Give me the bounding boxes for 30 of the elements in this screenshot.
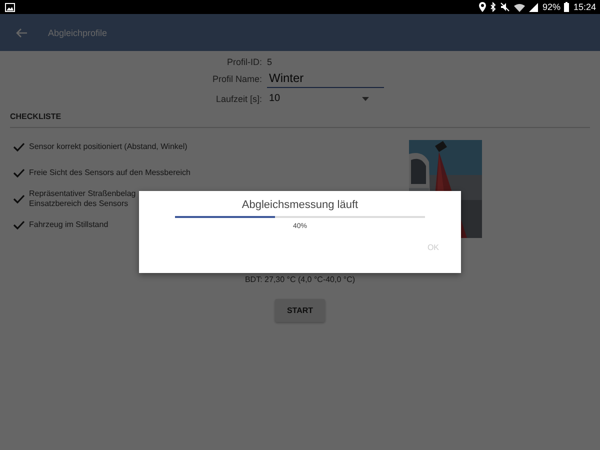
input-field[interactable]: Winter: [267, 70, 384, 88]
signal-icon: [529, 2, 538, 12]
bluetooth-icon: [490, 2, 496, 12]
section-heading: CHECKLISTE: [10, 112, 62, 121]
caret-icon: [362, 96, 369, 100]
checklist-text: Fahrzeug im Stillstand: [29, 220, 108, 230]
checklist-text: Freie Sicht des Sensors auf den Messbereich: [29, 168, 190, 178]
checkmark-icon[interactable]: [13, 142, 25, 152]
start-button[interactable]: START: [274, 299, 326, 322]
dialog-title: Abgleichsmessung läuft: [242, 199, 358, 211]
image-icon: [5, 2, 15, 12]
battery-percent: 92%: [542, 2, 560, 12]
dropdown[interactable]: 10: [267, 91, 372, 106]
battery-icon: [564, 2, 570, 12]
checklist-text: Sensor korrekt positioniert (Abstand, Winkel): [29, 142, 188, 152]
field-label: Laufzeit [s]:: [214, 94, 262, 104]
temperature-text: BDT: 27,30 °C (4,0 °C-40,0 °C): [244, 275, 356, 284]
wifi-icon: [514, 2, 526, 12]
screen-title: Abgleichprofile: [48, 28, 108, 38]
location-icon: [479, 2, 486, 12]
checkmark-icon[interactable]: [13, 168, 25, 178]
checklist-text: Repräsentativer Straßenbelag Einsatzbereich des Sensors: [29, 189, 136, 209]
profile-id: 5: [267, 57, 274, 67]
clock: 15:24: [573, 2, 596, 12]
checkmark-icon[interactable]: [13, 220, 25, 230]
field-label: Profil-ID:: [226, 57, 262, 67]
back-icon[interactable]: [16, 28, 28, 38]
field-label: Profil Name:: [211, 74, 262, 84]
checkmark-icon[interactable]: [13, 194, 25, 204]
mute-icon: [500, 2, 510, 12]
